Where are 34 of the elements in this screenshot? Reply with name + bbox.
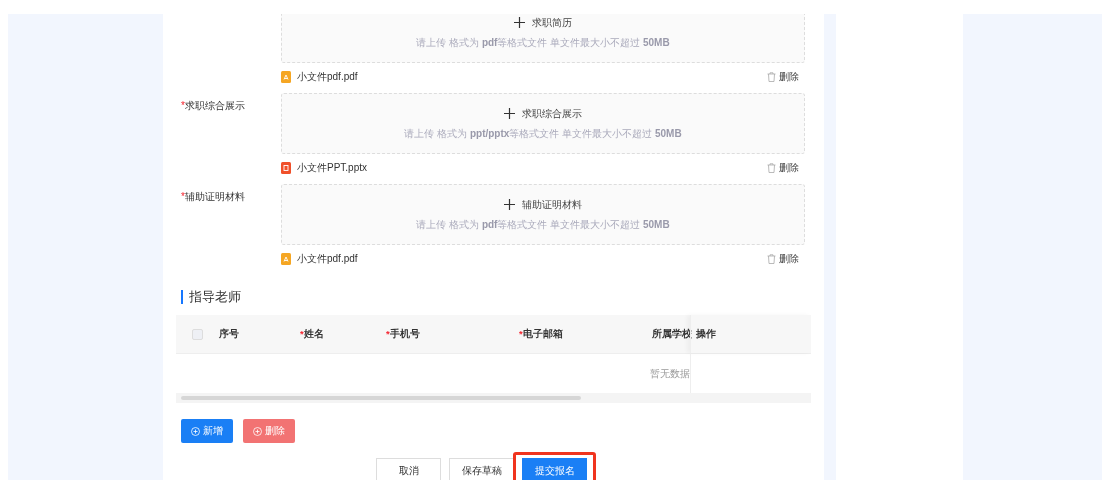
field-label: *辅助证明材料 xyxy=(181,191,245,202)
pdf-file-icon xyxy=(281,253,291,265)
delete-file-button[interactable]: 删除 xyxy=(767,252,799,266)
pdf-file-icon xyxy=(281,71,291,83)
delete-file-button[interactable]: 删除 xyxy=(767,161,799,175)
column-header: *手机号 xyxy=(386,327,420,341)
plus-icon xyxy=(504,199,515,210)
footer-button[interactable]: 保存草稿 xyxy=(449,458,514,480)
plus-icon xyxy=(504,108,515,119)
submit-button[interactable]: 提交报名 xyxy=(522,458,587,480)
upload-label: 辅助证明材料 xyxy=(522,197,582,212)
circle-plus-icon xyxy=(191,426,200,436)
footer-button[interactable]: 取消 xyxy=(376,458,441,480)
upload-label: 求职简历 xyxy=(532,15,572,30)
horizontal-scrollbar[interactable] xyxy=(176,393,811,403)
column-header: 操作 xyxy=(696,327,716,341)
select-all-checkbox[interactable] xyxy=(192,328,203,340)
trash-icon xyxy=(767,163,776,173)
upload-label: 求职综合展示 xyxy=(522,106,582,121)
circle-plus-icon xyxy=(253,426,262,436)
empty-text: 暂无数据 xyxy=(650,366,690,381)
field-label: *求职综合展示 xyxy=(181,100,245,111)
trash-icon xyxy=(767,254,776,264)
add-button[interactable]: 新增 xyxy=(181,419,233,443)
presentation-file-icon xyxy=(281,162,291,174)
delete-file-button[interactable]: 删除 xyxy=(767,70,799,84)
file-name[interactable]: 小文件PPT.pptx xyxy=(297,161,761,175)
column-header: *电子邮箱 xyxy=(519,327,563,341)
file-name[interactable]: 小文件pdf.pdf xyxy=(297,70,761,84)
column-header: *姓名 xyxy=(300,327,324,341)
column-header: 序号 xyxy=(219,327,239,341)
file-name[interactable]: 小文件pdf.pdf xyxy=(297,252,761,266)
trash-icon xyxy=(767,72,776,82)
plus-icon xyxy=(514,17,525,28)
